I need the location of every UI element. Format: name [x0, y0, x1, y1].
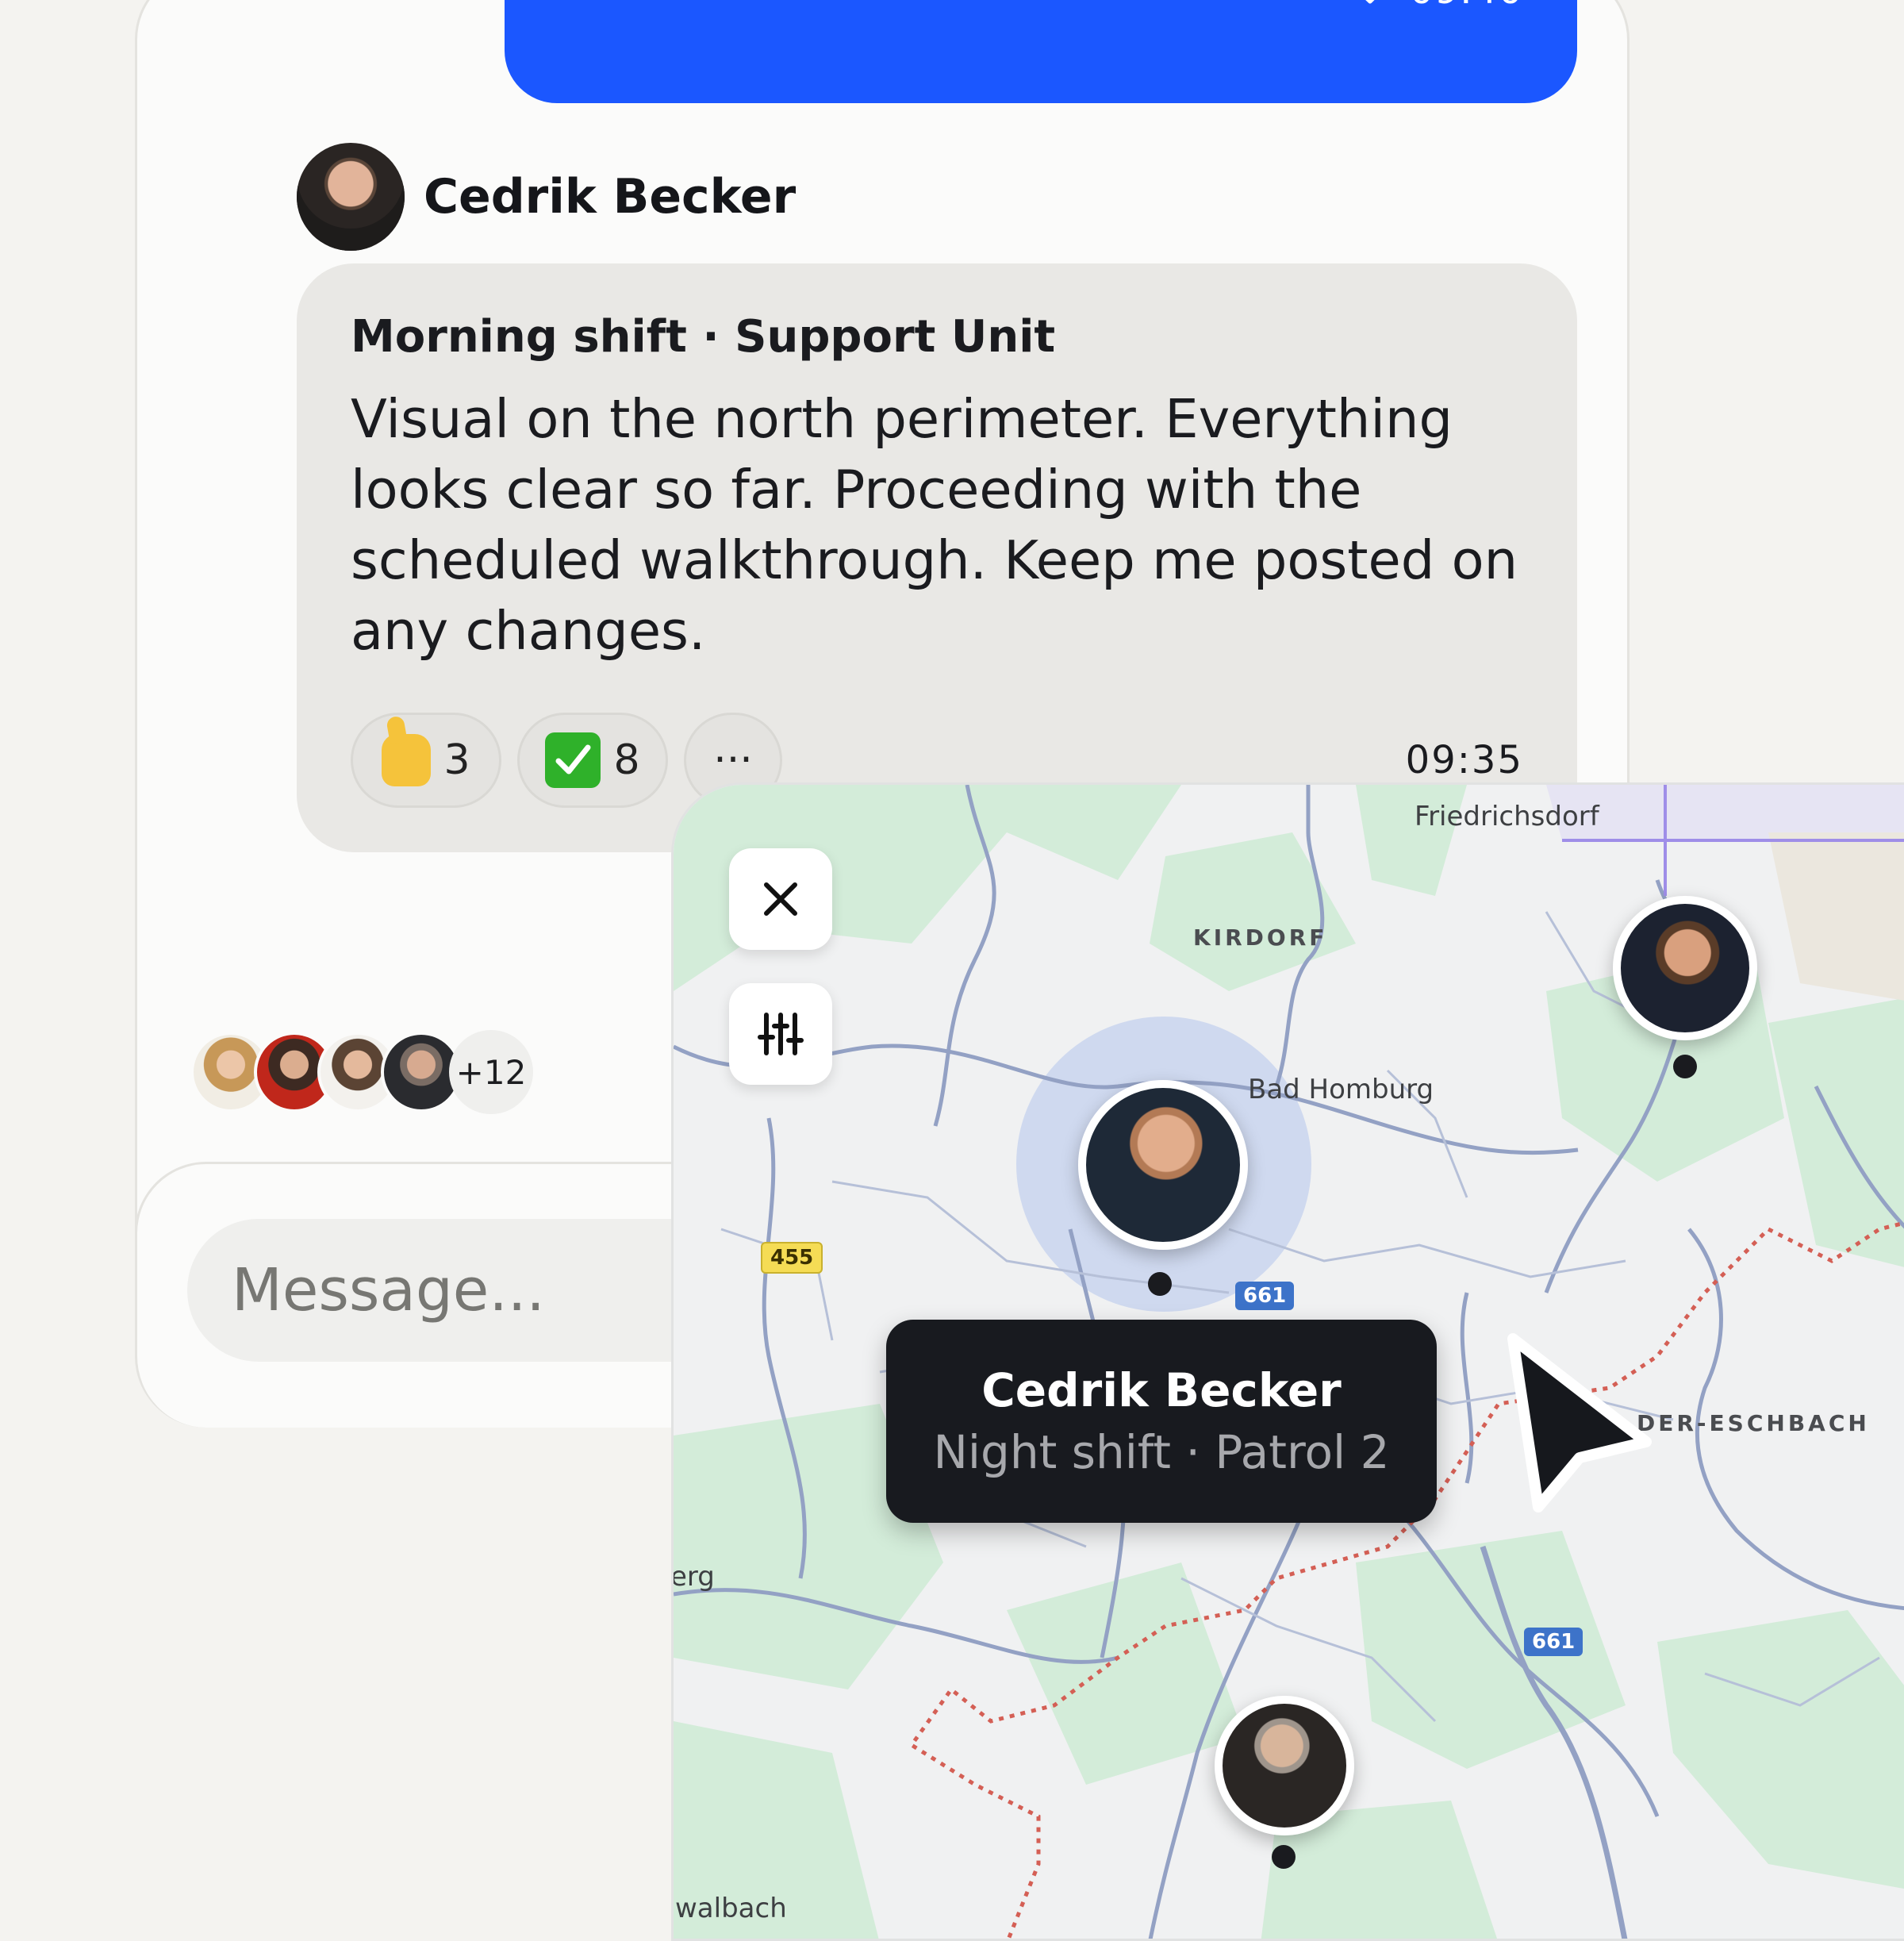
cursor-arrow-icon — [1507, 1333, 1652, 1512]
reaction-thumbs-up[interactable]: 3 — [351, 713, 501, 808]
map-place-label: DER-ESCHBACH — [1637, 1410, 1870, 1436]
map-place-label: Friedrichsdorf — [1415, 801, 1599, 832]
check-box-icon — [545, 732, 601, 788]
read-receipts[interactable]: +12 — [190, 1030, 533, 1114]
map-filter-button[interactable] — [729, 983, 832, 1085]
tooltip-name: Cedrik Becker — [981, 1363, 1342, 1417]
unit-marker-avatar[interactable] — [1613, 896, 1757, 1040]
message-body: Visual on the north perimeter. Everythin… — [351, 388, 1518, 662]
more-reactions-label: ··· — [713, 736, 753, 784]
check-icon — [1365, 0, 1375, 4]
map-panel[interactable]: Friedrichsdorf KIRDORF Bad Homburg DER-E… — [671, 782, 1904, 1941]
tooltip-subtitle: Night shift · Patrol 2 — [933, 1425, 1390, 1479]
sender-row: Cedrik Becker — [297, 143, 796, 251]
received-message-bubble[interactable]: Morning shift · Support Unit Visual on t… — [297, 263, 1577, 852]
message-shift-header: Morning shift · Support Unit — [351, 311, 1056, 363]
unit-tooltip: Cedrik Becker Night shift · Patrol 2 — [886, 1320, 1437, 1523]
road-number-badge: 661 — [1524, 1628, 1583, 1656]
unit-marker-avatar[interactable] — [1078, 1080, 1248, 1250]
sliders-icon — [758, 1013, 804, 1055]
close-map-button[interactable] — [729, 848, 832, 950]
unit-location-dot[interactable] — [1272, 1845, 1296, 1869]
unit-location-dot[interactable] — [1148, 1272, 1172, 1296]
map-place-label: erg — [671, 1561, 715, 1593]
sent-message-meta: 09:40 — [1356, 0, 1523, 13]
road-number-badge: 455 — [761, 1242, 823, 1274]
close-icon — [764, 882, 797, 916]
message-placeholder: Message... — [232, 1256, 545, 1324]
thumbs-up-icon — [382, 734, 432, 786]
sent-message-time: 09:40 — [1410, 0, 1523, 13]
map-place-label: KIRDORF — [1193, 924, 1328, 951]
reaction-check[interactable]: 8 — [517, 713, 668, 808]
sender-avatar[interactable] — [297, 143, 405, 251]
reaction-count: 8 — [613, 736, 640, 784]
message-time: 09:35 — [1405, 738, 1523, 782]
sent-message-bubble[interactable]: 09:40 — [505, 0, 1577, 103]
sender-name[interactable]: Cedrik Becker — [424, 169, 796, 225]
reader-extra-count: +12 — [449, 1030, 533, 1114]
map-place-label: walbach — [675, 1893, 787, 1924]
road-number-badge: 661 — [1235, 1282, 1295, 1310]
map-place-label: Bad Homburg — [1248, 1074, 1434, 1105]
unit-marker-avatar[interactable] — [1215, 1696, 1354, 1835]
unit-location-dot[interactable] — [1673, 1055, 1697, 1078]
reaction-count: 3 — [443, 736, 470, 784]
